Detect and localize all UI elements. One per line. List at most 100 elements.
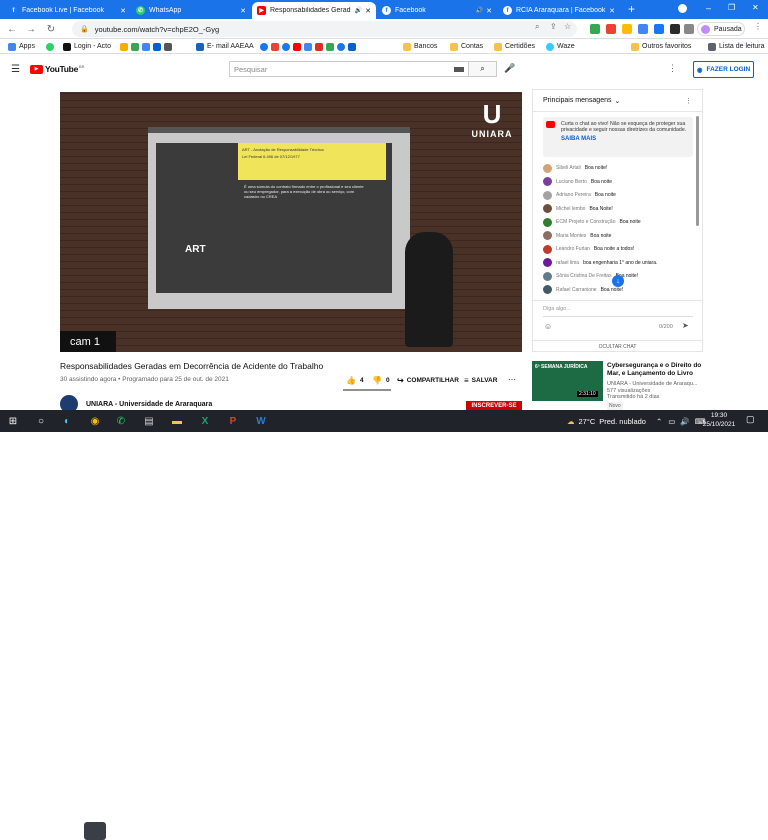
arrow-down-icon: ↓	[616, 277, 620, 285]
more-actions-icon[interactable]: ⋯	[508, 375, 516, 384]
bookmark-contas[interactable]: Contas	[450, 41, 483, 52]
tab-facebook-live[interactable]: f Facebook Live | Facebook ✕	[4, 2, 131, 19]
menu-kebab-icon[interactable]: ⋮	[754, 22, 762, 31]
chat-input[interactable]: Diga algo...	[543, 306, 571, 312]
search-icon[interactable]: ○	[32, 412, 50, 430]
address-bar[interactable]: 🔒 youtube.com/watch?v=chpE2O_-Gyg	[72, 21, 577, 37]
bookmark-certidoes[interactable]: Certidões	[494, 41, 535, 52]
file-explorer-icon[interactable]: ▤	[140, 412, 158, 430]
windows-start-icon[interactable]: ⊞	[4, 412, 22, 430]
extension-icon[interactable]	[622, 24, 632, 34]
search-button[interactable]: ⌕	[469, 61, 497, 77]
speaker-icon[interactable]: 🔊	[355, 7, 362, 14]
folder-icon[interactable]: ▬	[168, 412, 186, 430]
close-icon[interactable]: ✕	[486, 7, 492, 15]
like-button[interactable]: 👍 4	[346, 376, 364, 385]
chat-avatar	[543, 258, 552, 267]
chrome-icon[interactable]: ◉	[86, 412, 104, 430]
profile-button[interactable]: Pausada	[697, 22, 745, 36]
new-badge: Novo	[607, 402, 623, 410]
bookmark-reading-list[interactable]: Lista de leitura	[708, 41, 765, 52]
bookmark-waze[interactable]: Waze	[546, 41, 575, 52]
minimize-icon[interactable]: –	[706, 3, 711, 13]
chat-author: Michel lembo	[556, 205, 586, 212]
chat-menu-icon[interactable]: ⋮	[685, 97, 692, 105]
extension-icon[interactable]	[638, 24, 648, 34]
extension-icon[interactable]	[670, 24, 680, 34]
share-button[interactable]: ↪ COMPARTILHAR	[397, 376, 459, 385]
tab-facebook[interactable]: f Facebook 🔊 ✕	[377, 2, 497, 19]
tab-youtube[interactable]: ▶ Responsabilidades Gerad 🔊 ✕	[252, 2, 376, 19]
logo-text: YouTube	[45, 64, 78, 74]
bookmark-outros[interactable]: Outros favoritos	[631, 41, 691, 52]
reload-icon[interactable]: ↻	[44, 22, 58, 36]
bookmark-label: Certidões	[505, 43, 535, 50]
bookmark-icon	[164, 42, 172, 51]
emoji-icon[interactable]: ☺	[544, 322, 552, 331]
tab-whatsapp[interactable]: ✆ WhatsApp ✕	[131, 2, 251, 19]
close-window-icon[interactable]: ✕	[752, 3, 759, 12]
bookmark-icon	[120, 42, 128, 51]
tab-search-icon[interactable]	[678, 4, 687, 13]
dislike-button[interactable]: 👎 0	[372, 376, 390, 385]
bookmark-email[interactable]: E- mail AAEAA	[196, 41, 254, 52]
keyboard-icon[interactable]	[454, 66, 464, 72]
share-icon[interactable]: ⇪	[550, 22, 557, 31]
close-icon[interactable]: ✕	[240, 7, 246, 15]
excel-icon[interactable]: X	[196, 412, 214, 430]
microphone-icon[interactable]: 🎤	[504, 63, 515, 74]
tab-rcia[interactable]: f RCIA Araraquara | Facebook ✕	[498, 2, 620, 19]
apps-grid-icon[interactable]: ⋮	[668, 63, 677, 74]
chat-header[interactable]: Principais mensagens ⌄ ⋮	[533, 90, 702, 112]
chat-text: Boa noite!	[600, 286, 624, 293]
video-player[interactable]: ART - Anotação de Responsabilidade Técni…	[60, 92, 522, 352]
youtube-logo[interactable]: ▶ YouTube BR	[30, 64, 85, 74]
bookmark-icons-group[interactable]	[120, 41, 175, 52]
bookmark-bancos[interactable]: Bancos	[403, 41, 437, 52]
scroll-down-button[interactable]: ↓	[612, 275, 624, 287]
folder-icon	[494, 42, 502, 51]
close-icon[interactable]: ✕	[609, 7, 615, 15]
search-input[interactable]: Pesquisar	[229, 61, 469, 77]
chat-scrollbar[interactable]	[696, 116, 699, 226]
taskbar-clock[interactable]: 19:30 25/10/2021	[700, 411, 738, 429]
bookmark-acto[interactable]: Login - Acto	[63, 41, 111, 52]
edge-icon[interactable]: ◐	[58, 412, 76, 430]
bookmark-whatsapp[interactable]	[46, 41, 57, 52]
learn-more-link[interactable]: SAIBA MAIS	[561, 136, 689, 142]
whatsapp-icon[interactable]: ✆	[112, 412, 130, 430]
word-icon[interactable]: W	[252, 412, 270, 430]
extension-icon[interactable]	[654, 24, 664, 34]
bookmark-apps[interactable]: Apps	[8, 41, 35, 52]
channel-name[interactable]: UNIARA - Universidade de Araraquara	[86, 401, 212, 408]
send-icon[interactable]: ➤	[682, 321, 689, 330]
extension-icon[interactable]	[590, 24, 600, 34]
search-page-icon[interactable]: ⌕	[535, 22, 539, 32]
hide-chat-button[interactable]: OCULTAR CHAT	[533, 340, 702, 352]
powerpoint-icon[interactable]: P	[224, 412, 242, 430]
close-icon[interactable]: ✕	[120, 7, 126, 15]
weather-widget[interactable]: ☁ 27°C Pred. nublado ⌃ ▭ 🔊 ⌨	[567, 410, 706, 432]
speaker-icon[interactable]: 🔊	[476, 7, 483, 14]
back-icon[interactable]: ←	[5, 22, 19, 36]
maximize-icon[interactable]: ❐	[728, 3, 735, 12]
forward-icon[interactable]: →	[24, 22, 38, 36]
bookmark-icons-group-2[interactable]	[260, 41, 359, 52]
notifications-icon[interactable]: ▢	[746, 414, 755, 425]
acto-icon	[63, 42, 71, 51]
extensions-puzzle-icon[interactable]	[684, 24, 694, 34]
network-icon[interactable]: ▭	[668, 417, 675, 426]
volume-icon[interactable]: 🔊	[680, 417, 689, 426]
close-icon[interactable]: ✕	[365, 7, 371, 15]
youtube-icon	[293, 42, 301, 51]
new-tab-button[interactable]: +	[628, 2, 635, 16]
chevron-up-icon[interactable]: ⌃	[656, 417, 662, 426]
star-icon[interactable]: ☆	[564, 22, 571, 31]
hamburger-menu-icon[interactable]: ☰	[11, 64, 20, 75]
extension-icon[interactable]	[606, 24, 616, 34]
login-button[interactable]: ◉ FAZER LOGIN	[693, 61, 754, 78]
save-button[interactable]: ≡ SALVAR	[464, 376, 497, 385]
facebook-icon: f	[9, 6, 18, 15]
chat-author: Luciano Berto	[556, 178, 587, 185]
recommended-title[interactable]: Cybersegurança e o Direito do Mar, e Lan…	[607, 362, 702, 378]
